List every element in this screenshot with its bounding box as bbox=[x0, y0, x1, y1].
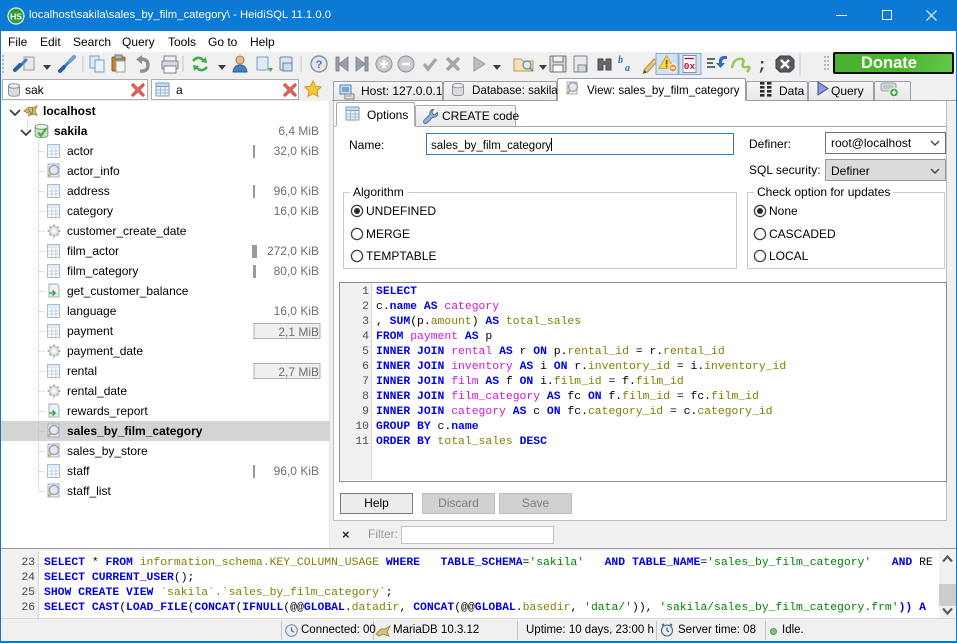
svg-text:b: b bbox=[618, 55, 623, 66]
svg-text:;: ; bbox=[757, 57, 767, 76]
svg-text:?: ? bbox=[316, 59, 323, 71]
svg-text:0x: 0x bbox=[684, 61, 696, 72]
svg-text:a: a bbox=[625, 63, 630, 74]
svg-text:HS: HS bbox=[10, 12, 22, 22]
